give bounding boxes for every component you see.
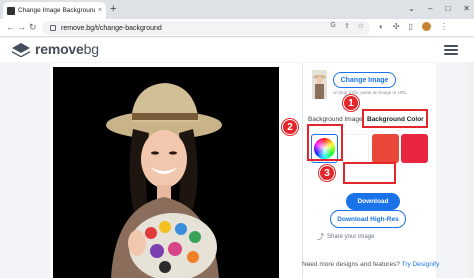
bookmark-star-icon[interactable]: ☆ bbox=[358, 22, 364, 30]
more-designs-prompt: Need more designs and features? bbox=[302, 261, 400, 268]
share-page-icon[interactable]: ⇪ bbox=[344, 22, 350, 30]
hat-band bbox=[132, 113, 198, 120]
image-thumbnail[interactable] bbox=[312, 70, 327, 99]
page-scrollbar[interactable] bbox=[466, 62, 474, 278]
annotation-marker-3: 3 bbox=[319, 165, 335, 181]
annotation-box-background-color bbox=[362, 109, 428, 128]
logo-word-bg: bg bbox=[83, 41, 99, 57]
left-eye bbox=[151, 151, 159, 155]
back-icon[interactable]: ← bbox=[6, 21, 15, 34]
share-icon: ⤴ bbox=[317, 234, 324, 241]
reload-icon[interactable]: ↻ bbox=[29, 21, 37, 34]
maximize-icon[interactable]: □ bbox=[445, 2, 450, 15]
omnibox-icons: G ⇪ ☆ bbox=[330, 22, 364, 30]
subject-photo bbox=[106, 83, 222, 278]
swatch-white[interactable] bbox=[342, 134, 369, 163]
annotation-marker-2: 2 bbox=[282, 119, 298, 135]
share-image-link[interactable]: ⤴ Share your image bbox=[317, 232, 374, 242]
browser-toolbar: ← → ↻ remove.bg/t/change-background G ⇪ … bbox=[0, 19, 474, 37]
swatch-red[interactable] bbox=[401, 134, 428, 163]
download-button[interactable]: Download bbox=[346, 193, 400, 210]
lock-icon bbox=[50, 25, 56, 31]
share-label: Share your image bbox=[327, 234, 375, 240]
close-window-icon[interactable]: ✕ bbox=[463, 2, 470, 15]
web-page: removebg Change Image or drop a file, pa… bbox=[0, 38, 474, 278]
face bbox=[141, 130, 187, 188]
sidebar-icon[interactable]: ▯ bbox=[409, 22, 413, 31]
forward-icon[interactable]: → bbox=[17, 21, 26, 34]
thumbnail-image bbox=[312, 70, 327, 99]
swatch-orange-red[interactable] bbox=[372, 134, 399, 163]
try-designify-link[interactable]: Try Designify bbox=[402, 261, 440, 268]
right-eye bbox=[169, 151, 177, 155]
site-header: removebg bbox=[0, 38, 474, 62]
google-icon[interactable]: G bbox=[330, 22, 335, 30]
logo-word-remove: remove bbox=[35, 41, 84, 57]
annotation-marker-1: 1 bbox=[343, 95, 359, 111]
profile-avatar[interactable] bbox=[421, 22, 431, 31]
more-designs-text: Need more designs and features? Try Desi… bbox=[302, 261, 439, 268]
removebg-logo-icon[interactable] bbox=[12, 43, 30, 57]
kebab-menu-icon[interactable]: ⋮ bbox=[440, 22, 448, 31]
extension-icons: ◐ ✣ ▯ ⋮ bbox=[379, 22, 448, 31]
browser-tab-strip: Change Image Background - × + ⌄ – □ ✕ bbox=[0, 0, 474, 19]
annotation-box-download bbox=[343, 162, 396, 184]
panel-divider bbox=[302, 63, 303, 278]
change-image-button[interactable]: Change Image bbox=[333, 72, 396, 88]
tab-background-image[interactable]: Background Image bbox=[308, 116, 363, 123]
paste-hint: or drop a file, paste an image or URL bbox=[333, 90, 407, 95]
new-tab-button[interactable]: + bbox=[110, 3, 116, 16]
puzzle-icon[interactable]: ✣ bbox=[393, 22, 400, 31]
minimize-icon[interactable]: – bbox=[428, 2, 432, 15]
image-canvas[interactable] bbox=[53, 67, 279, 278]
site-logo[interactable]: removebg bbox=[35, 41, 99, 57]
url-text[interactable]: remove.bg/t/change-background bbox=[61, 25, 162, 32]
hand bbox=[128, 230, 146, 256]
address-bar[interactable]: remove.bg/t/change-background G ⇪ ☆ bbox=[42, 21, 370, 35]
favicon-icon bbox=[7, 6, 15, 15]
download-high-res-button[interactable]: Download High-Res bbox=[330, 210, 406, 228]
extension-icon[interactable]: ◐ bbox=[379, 22, 384, 31]
annotation-box-color-picker bbox=[307, 124, 343, 161]
browser-tab[interactable]: Change Image Background - × bbox=[3, 2, 106, 19]
window-controls: ⌄ – □ ✕ bbox=[408, 2, 470, 15]
tab-title: Change Image Background - bbox=[18, 7, 95, 14]
tab-search-icon[interactable]: ⌄ bbox=[408, 2, 415, 15]
close-tab-icon[interactable]: × bbox=[98, 7, 102, 14]
neck bbox=[157, 185, 171, 199]
hamburger-menu-icon[interactable] bbox=[444, 45, 458, 55]
